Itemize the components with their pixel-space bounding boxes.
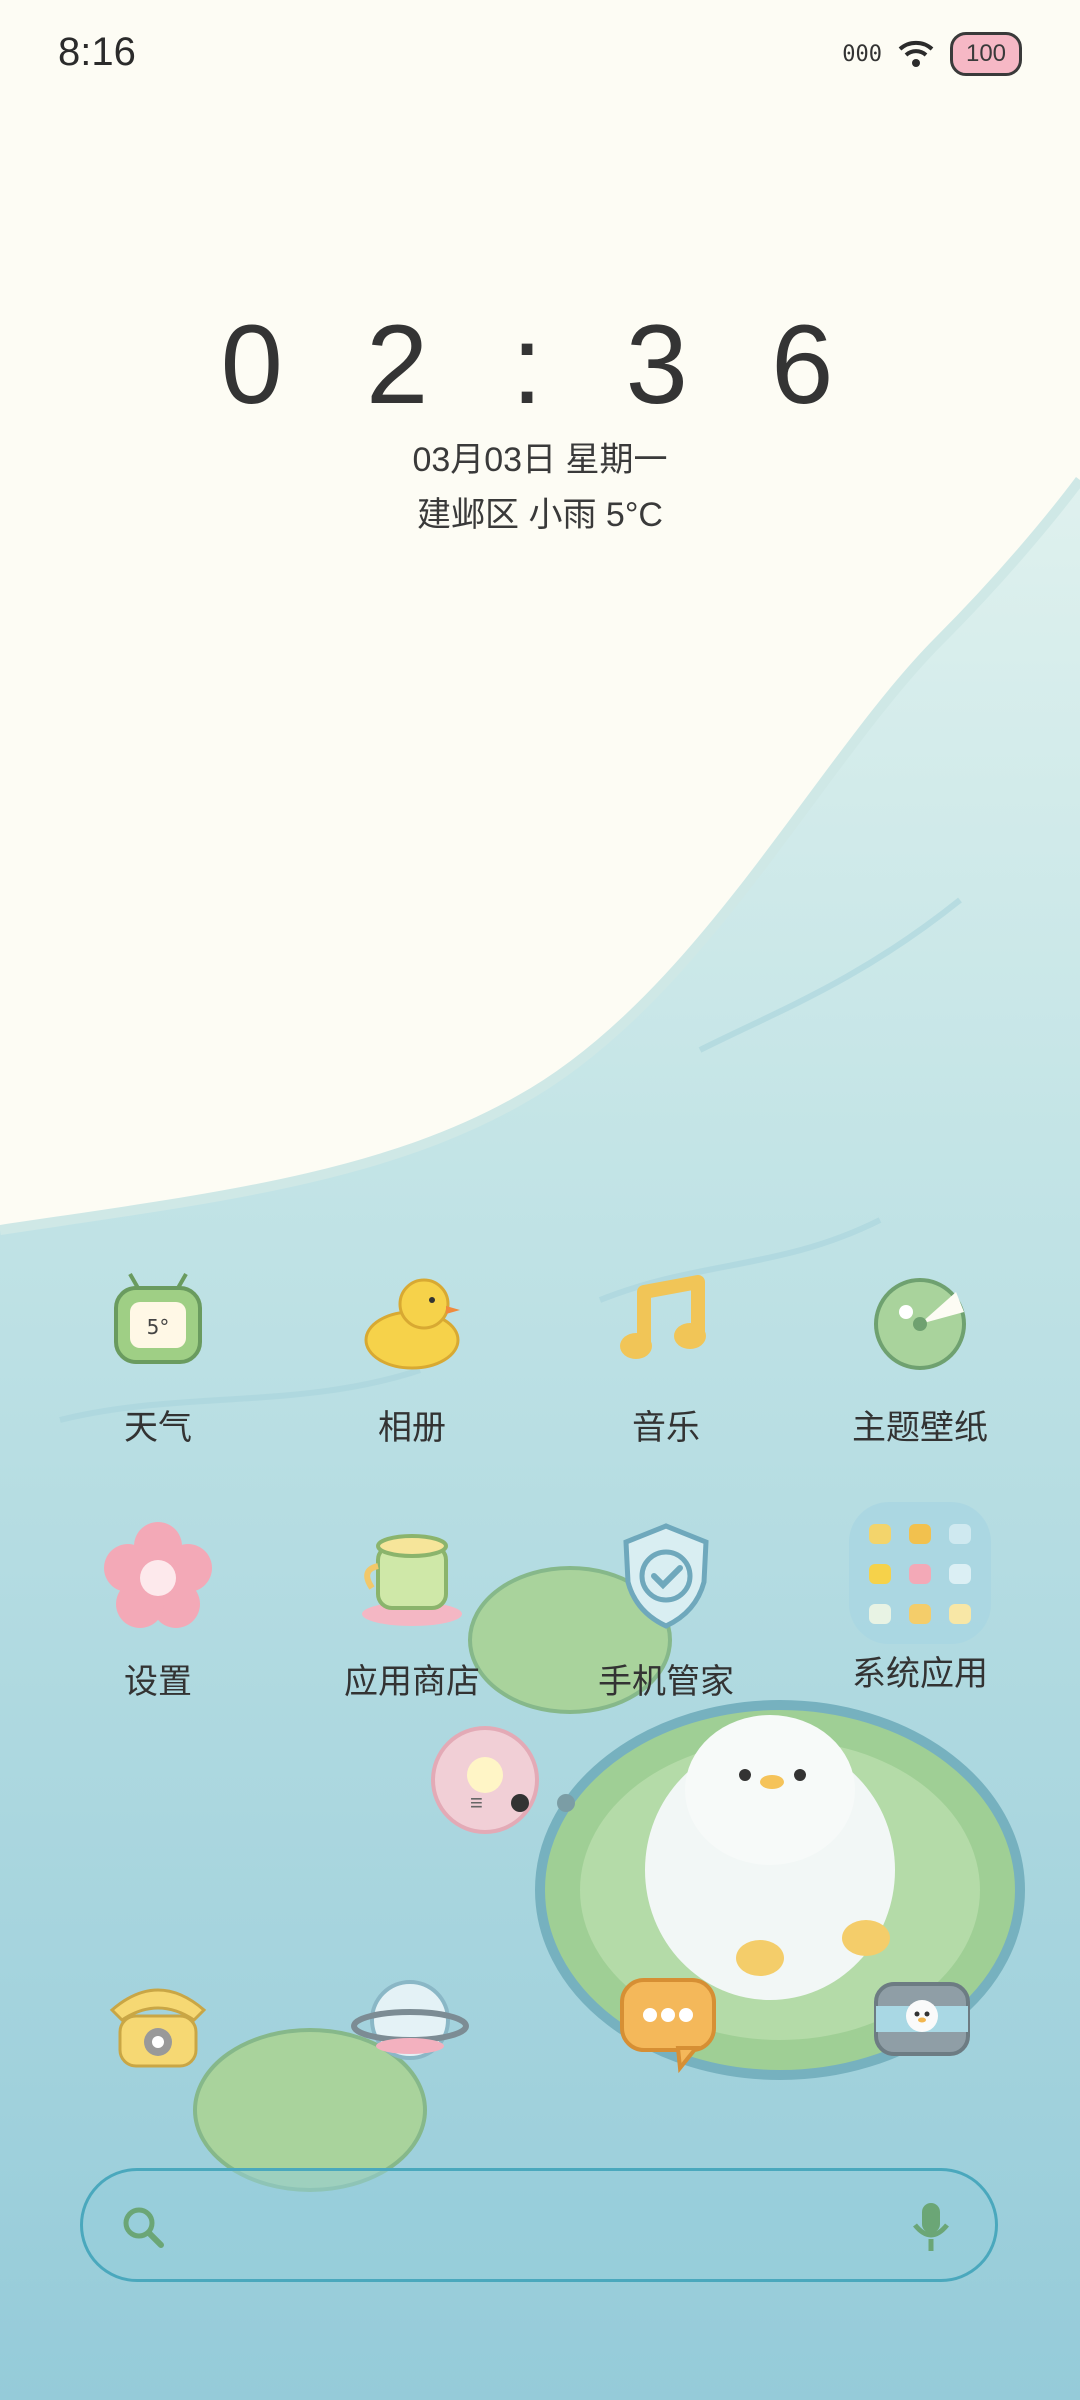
flower-icon — [98, 1516, 218, 1636]
app-phone-manager[interactable]: 手机管家 — [566, 1516, 766, 1703]
app-settings[interactable]: 设置 — [58, 1516, 258, 1703]
clock-time[interactable]: 0 2 : 3 6 — [0, 300, 1080, 429]
app-weather[interactable]: 5° 天气 — [58, 1262, 258, 1449]
message-bubble-icon — [620, 1978, 716, 2074]
dock-phone[interactable] — [98, 1960, 218, 2080]
search-icon[interactable] — [119, 2203, 167, 2251]
app-label: 主题壁纸 — [852, 1409, 988, 1447]
battery-level: 100 — [965, 40, 1007, 67]
shield-check-icon — [606, 1516, 726, 1636]
status-icons: 000 100 — [842, 32, 1022, 76]
svg-text:5°: 5° — [147, 1315, 170, 1339]
rubber-duck-icon — [352, 1262, 472, 1382]
wifi-icon — [898, 40, 934, 67]
app-label: 应用商店 — [344, 1663, 480, 1701]
clock-date[interactable]: 03月03日 星期一 — [0, 432, 1080, 481]
music-note-icon — [606, 1262, 726, 1382]
app-label: 音乐 — [632, 1409, 700, 1447]
app-label: 手机管家 — [598, 1663, 734, 1701]
app-label: 设置 — [124, 1663, 192, 1701]
page-list-icon[interactable]: ≡ — [470, 1790, 483, 1816]
status-time: 8:16 — [58, 30, 136, 74]
camera-icon — [874, 1982, 970, 2056]
app-label: 相册 — [378, 1409, 446, 1447]
phone-icon — [109, 1988, 207, 2068]
search-bar[interactable] — [80, 2168, 998, 2282]
teacup-icon — [352, 1516, 472, 1636]
planet-icon — [351, 1980, 469, 2060]
microphone-icon[interactable] — [907, 2199, 955, 2255]
page-indicator[interactable]: ≡ — [470, 1790, 575, 1816]
page-dot-active[interactable] — [510, 1794, 529, 1812]
app-label: 系统应用 — [852, 1655, 988, 1693]
signal-icon: 000 — [842, 41, 882, 67]
dock-messages[interactable] — [608, 1960, 728, 2080]
app-themes[interactable]: 主题壁纸 — [820, 1262, 1020, 1449]
lily-pad-icon — [860, 1262, 980, 1382]
weather-tv-icon: 5° — [98, 1262, 218, 1382]
dock-camera[interactable] — [862, 1960, 982, 2080]
battery-icon: 100 — [950, 32, 1022, 76]
app-label: 天气 — [124, 1409, 192, 1447]
app-store[interactable]: 应用商店 — [312, 1516, 512, 1703]
page-dot[interactable] — [556, 1794, 575, 1812]
clock-weather[interactable]: 建邺区 小雨 5°C — [0, 487, 1080, 536]
app-gallery[interactable]: 相册 — [312, 1262, 512, 1449]
app-music[interactable]: 音乐 — [566, 1262, 766, 1449]
folder-system-apps[interactable]: 系统应用 — [820, 1500, 1020, 1695]
folder-grid-icon — [847, 1500, 993, 1646]
dock-browser[interactable] — [350, 1960, 470, 2080]
